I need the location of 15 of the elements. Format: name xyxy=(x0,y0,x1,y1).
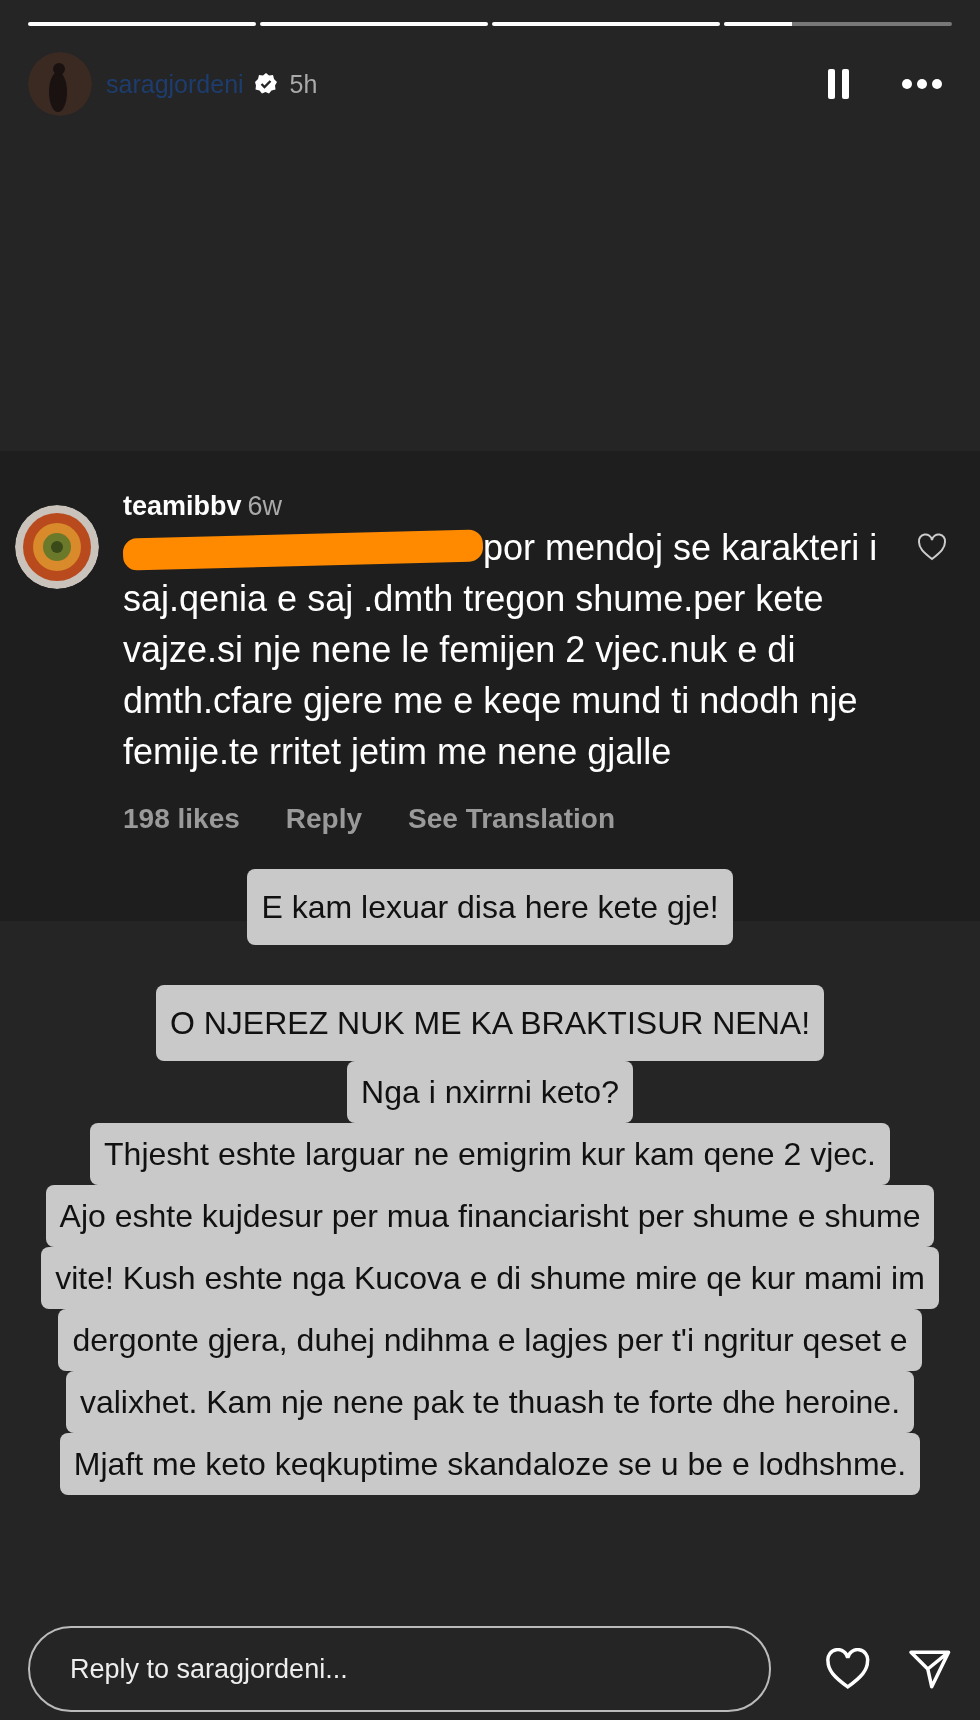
comment-text: por mendoj se karakteri i saj.qenia e saj .dmth tregon shume.per kete vajze.si nje nene le femijen 2 vjec.nuk e di dmth.cfare gjere me e keqe mund ti ndodh nje femije.te rritet jetim me nene gjalle xyxy=(123,526,879,774)
heart-icon[interactable] xyxy=(824,1648,871,1690)
reply-link[interactable]: Reply xyxy=(285,803,363,835)
pause-icon[interactable] xyxy=(828,69,850,99)
comment-time: 6w xyxy=(247,491,283,521)
see-translation-link[interactable]: See Translation xyxy=(408,803,615,835)
reply-field[interactable]: Reply to saragjordeni... xyxy=(28,1626,771,1712)
avatar[interactable] xyxy=(15,505,99,589)
comment-username[interactable]: teamibbv xyxy=(123,491,242,521)
send-icon[interactable] xyxy=(908,1647,952,1691)
post-time: 5h xyxy=(289,69,318,99)
verified-badge-icon xyxy=(253,72,278,96)
heart-icon[interactable] xyxy=(917,533,947,561)
more-options-icon[interactable] xyxy=(902,79,942,89)
likes-count[interactable]: 198 likes xyxy=(123,803,240,835)
